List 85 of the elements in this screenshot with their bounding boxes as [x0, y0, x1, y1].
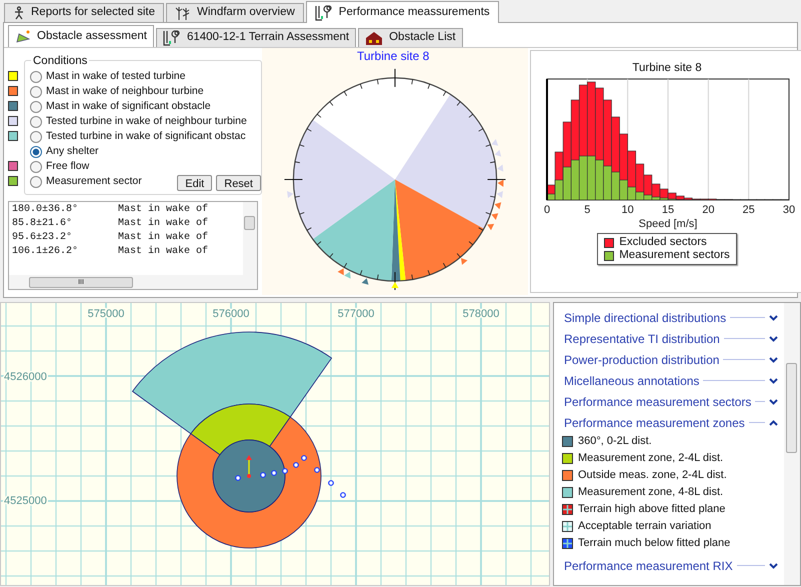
legend-label: 360°, 0-2L dist. — [578, 434, 652, 450]
turbines-icon — [175, 6, 192, 20]
measurement-bar — [603, 166, 612, 200]
section-link[interactable]: Representative TI distribution — [564, 330, 720, 348]
legend-label: Terrain high above fitted plane — [578, 502, 726, 518]
easting-label: 577000 — [338, 308, 374, 320]
direction-cell-text: 106.1±26.2° — [12, 245, 80, 259]
vertical-scrollbar[interactable] — [243, 202, 257, 275]
option-label: Tested turbine in wake of neighbour turbine — [46, 114, 247, 130]
radio-button[interactable] — [30, 176, 42, 188]
option-label: Mast in wake of tested turbine — [46, 69, 186, 84]
measurement-bar — [570, 160, 580, 200]
direction-cell-text: 180.0±36.8° — [12, 203, 80, 217]
radio-button[interactable] — [30, 86, 42, 98]
tab[interactable]: 61400-12-1 Terrain Assessment — [156, 28, 356, 47]
tab[interactable]: Obstacle assessment — [8, 25, 154, 47]
direction-cell-text: 85.8±21.6° — [12, 217, 74, 231]
easting-label: 576000 — [212, 308, 250, 320]
measurement-bar — [595, 160, 604, 200]
chevron-down-icon[interactable] — [769, 314, 778, 320]
action-button[interactable]: Edit — [177, 175, 212, 191]
measurement-bar — [611, 172, 620, 200]
tab[interactable]: Windfarm overview — [166, 3, 304, 22]
axis-tick-label: 30 — [782, 204, 796, 216]
northing-label: 4526000 — [4, 371, 47, 383]
legend-label: Excluded sectors — [619, 234, 707, 250]
legend-label: Acceptable terrain variation — [578, 519, 712, 534]
radio-button[interactable] — [30, 161, 42, 173]
option-label: Mast in wake of significant obstacle — [46, 99, 211, 114]
figure-icon — [13, 6, 25, 20]
easting-label: 575000 — [88, 308, 124, 320]
legend-label: Outside meas. zone, 2-4L dist. — [578, 468, 727, 484]
mast-icon — [314, 4, 333, 20]
chart-title: Turbine site 8 — [357, 49, 430, 63]
tab[interactable]: Obstacle List — [358, 28, 463, 47]
axis-tick-label: 25 — [742, 204, 755, 216]
option-label: Tested turbine in wake of significant obstac — [46, 129, 246, 144]
chevron-down-icon[interactable] — [769, 398, 778, 404]
radio-button[interactable] — [30, 71, 42, 83]
direction-cell-text: 95.6±23.2° — [12, 231, 74, 245]
section-link[interactable]: Performance measurement zones — [564, 414, 745, 432]
description-cell: Mast in wake of — [118, 231, 208, 245]
axis-tick-label: 0 — [544, 204, 550, 216]
axis-tick-label: 10 — [622, 204, 634, 216]
option-label: Mast in wake of neighbour turbine — [46, 84, 204, 100]
axis-tick-label: 5 — [584, 204, 590, 216]
radio-button[interactable] — [30, 131, 42, 143]
radio-button[interactable] — [30, 116, 42, 128]
radio-button[interactable] — [30, 101, 42, 113]
legend-label: Measurement zone, 4-8L dist. — [578, 485, 724, 500]
legend-label: Terrain much below fitted plane — [578, 536, 730, 552]
tab[interactable]: Performance meassurements — [306, 1, 499, 23]
chart-title: Turbine site 8 — [632, 61, 702, 75]
legend-label: Measurement zone, 2-4L dist. — [578, 451, 724, 466]
chevron-down-icon[interactable] — [769, 356, 778, 362]
section-link[interactable]: Simple directional distributions — [564, 308, 726, 326]
chevron-up-icon[interactable] — [769, 420, 778, 426]
northing-label: 4525000 — [4, 495, 47, 507]
vertical-scrollbar[interactable] — [784, 303, 800, 585]
sector-icon — [15, 30, 31, 44]
chevron-down-icon[interactable] — [769, 562, 778, 568]
option-label: Any shelter — [46, 144, 99, 160]
axis-title: Speed [m/s] — [638, 218, 698, 230]
chevron-down-icon[interactable] — [769, 378, 778, 384]
section-link[interactable]: Performance measurement RIX — [564, 556, 733, 574]
tab[interactable]: Reports for selected site — [4, 3, 164, 22]
mast-icon — [162, 30, 181, 46]
chevron-down-icon[interactable] — [769, 336, 778, 342]
measurement-bar — [578, 156, 588, 200]
description-cell: Mast in wake of — [118, 245, 208, 259]
description-cell: Mast in wake of — [118, 203, 208, 217]
description-cell: Mast in wake of — [118, 217, 208, 231]
radio-button[interactable] — [30, 146, 42, 158]
action-button[interactable]: Reset — [216, 175, 261, 191]
section-link[interactable]: Micellaneous annotations — [564, 372, 700, 390]
section-link[interactable]: Performance measurement sectors — [564, 392, 752, 410]
axis-tick-label: 15 — [662, 204, 674, 216]
section-link[interactable]: Power-production distribution — [564, 350, 720, 368]
legend-label: Measurement sectors — [619, 248, 730, 263]
measurement-bar — [587, 156, 596, 200]
option-label: Measurement sector — [46, 174, 142, 190]
option-label: Free flow — [46, 159, 90, 174]
house-icon — [365, 31, 384, 45]
axis-tick-label: 20 — [702, 204, 714, 216]
easting-label: 578000 — [462, 308, 500, 320]
